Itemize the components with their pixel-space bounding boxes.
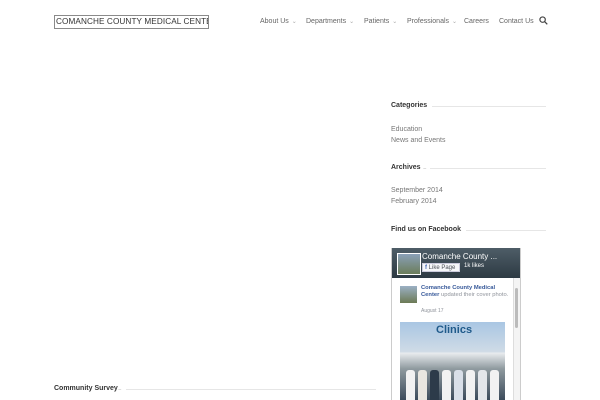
- photo-person: [442, 370, 451, 400]
- category-link-news-events[interactable]: News and Events: [391, 137, 445, 144]
- facebook-like-count: 1k likes: [464, 263, 485, 269]
- archive-link-september-2014[interactable]: September 2014: [391, 187, 443, 194]
- heading-dash: –: [458, 226, 462, 234]
- site-logo[interactable]: COMANCHE COUNTY MEDICAL CENTER: [54, 15, 209, 29]
- photo-sign: Clinics: [436, 324, 473, 336]
- nav-label: Patients: [364, 17, 390, 25]
- heading-divider: [466, 230, 546, 231]
- nav-patients[interactable]: Patients ⌄: [364, 16, 397, 26]
- search-icon[interactable]: [539, 16, 548, 25]
- chevron-down-icon: ⌄: [349, 18, 355, 25]
- community-survey-heading: Community Survey: [54, 385, 118, 392]
- facebook-icon: f: [425, 265, 427, 271]
- photo-person: [406, 370, 415, 400]
- heading-divider: [430, 168, 546, 169]
- post-date[interactable]: August 17: [421, 308, 444, 314]
- heading-dash: –: [118, 385, 122, 393]
- photo-person: [454, 370, 463, 400]
- chevron-down-icon: ⌄: [392, 18, 398, 25]
- facebook-like-button[interactable]: f Like Page: [422, 263, 460, 272]
- post-action: updated their cover photo.: [441, 292, 509, 298]
- nav-label: About Us: [260, 17, 289, 25]
- like-label: Like Page: [428, 265, 456, 271]
- photo-person: [478, 370, 487, 400]
- heading-divider: [126, 389, 376, 390]
- nav-about-us[interactable]: About Us ⌄: [260, 16, 297, 26]
- facebook-page-widget[interactable]: Comanche County ... f Like Page 1k likes…: [391, 248, 521, 400]
- facebook-scrollbar[interactable]: [513, 278, 520, 400]
- nav-departments[interactable]: Departments ⌄: [306, 16, 354, 26]
- nav-contact-us[interactable]: Contact Us: [499, 16, 534, 26]
- nav-careers[interactable]: Careers: [464, 16, 489, 26]
- photo-person: [430, 370, 439, 400]
- scrollbar-thumb[interactable]: [515, 288, 518, 328]
- archives-heading: Archives: [391, 164, 421, 171]
- facebook-profile-image[interactable]: [397, 253, 421, 275]
- facebook-heading: Find us on Facebook: [391, 226, 462, 233]
- nav-label: Contact Us: [499, 17, 534, 25]
- facebook-timeline[interactable]: Comanche County Medical Center updated t…: [392, 278, 514, 400]
- archive-link-february-2014[interactable]: February 2014: [391, 198, 437, 205]
- nav-label: Careers: [464, 17, 489, 25]
- facebook-cover[interactable]: Comanche County ... f Like Page 1k likes: [392, 248, 520, 278]
- post-author-avatar[interactable]: [400, 286, 417, 303]
- categories-heading: Categories: [391, 102, 428, 109]
- nav-professionals[interactable]: Professionals ⌄: [407, 16, 457, 26]
- heading-dash: –: [423, 164, 427, 172]
- category-link-education[interactable]: Education: [391, 126, 422, 133]
- nav-label: Professionals: [407, 17, 450, 25]
- facebook-page-name[interactable]: Comanche County ...: [422, 252, 497, 261]
- chevron-down-icon: ⌄: [452, 18, 458, 25]
- photo-person: [466, 370, 475, 400]
- photo-person: [418, 370, 427, 400]
- post-text: Comanche County Medical Center updated t…: [421, 285, 511, 299]
- photo-person: [490, 370, 499, 400]
- post-photo[interactable]: Clinics: [400, 322, 505, 400]
- chevron-down-icon: ⌄: [291, 18, 297, 25]
- nav-label: Departments: [306, 17, 347, 25]
- heading-divider: [432, 106, 546, 107]
